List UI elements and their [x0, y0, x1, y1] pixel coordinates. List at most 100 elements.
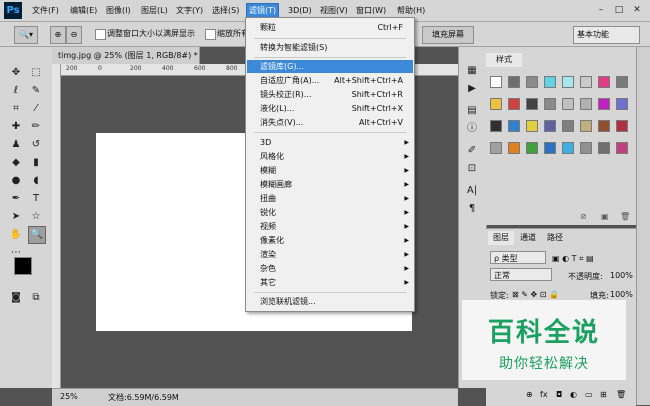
filter-menu-item-stylize[interactable]: 风格化 ▶	[247, 150, 413, 163]
filter-menu-item-render[interactable]: 渲染 ▶	[247, 248, 413, 261]
filter-menu-item-video[interactable]: 视频 ▶	[247, 220, 413, 233]
style-swatch[interactable]	[580, 120, 592, 132]
vertical-scrollbar[interactable]	[636, 47, 650, 405]
actions-panel-icon[interactable]: ▶	[464, 81, 480, 97]
filter-menu-item-blur[interactable]: 模糊 ▶	[247, 164, 413, 177]
dodge-tool-icon[interactable]: ◖	[28, 173, 44, 189]
fit-windows-checkbox[interactable]	[95, 29, 106, 40]
lock-icons[interactable]: ⊠ ✎ ✥ ⊡ 🔒	[512, 290, 559, 299]
filter-menu-item-3d[interactable]: 3D ▶	[247, 136, 413, 149]
menu-view[interactable]: 视图(V)	[318, 4, 350, 18]
clone-stamp-icon[interactable]: ♟	[8, 137, 24, 153]
minimize-icon[interactable]: –	[595, 4, 607, 16]
zoom-level[interactable]: 25%	[60, 392, 78, 401]
delete-layer-icon[interactable]: 🗑	[616, 390, 626, 399]
filter-menu-item-filter-gallery[interactable]: 滤镜库(G)...	[247, 60, 413, 73]
blend-mode-select[interactable]: 正常	[490, 268, 552, 281]
clone-source-icon[interactable]: ⊡	[464, 161, 480, 177]
opacity-value[interactable]: 100%	[610, 271, 633, 280]
tab-paths[interactable]: 路径	[542, 231, 568, 245]
style-swatch[interactable]	[562, 76, 574, 88]
zoom-all-checkbox[interactable]	[205, 29, 216, 40]
filter-menu-item-lens-correction[interactable]: 镜头校正(R)... Shift+Ctrl+R	[247, 88, 413, 101]
adjustment-layer-icon[interactable]: ◐	[570, 390, 577, 399]
menu-select[interactable]: 选择(S)	[210, 4, 241, 18]
style-swatch[interactable]	[526, 142, 538, 154]
fill-value[interactable]: 100%	[610, 290, 633, 299]
filter-menu-item-last-filter[interactable]: 颗粒 Ctrl+F	[247, 21, 413, 34]
filter-menu-item-sharpen[interactable]: 锐化 ▶	[247, 206, 413, 219]
quick-select-tool-icon[interactable]: ✎	[28, 83, 44, 99]
style-swatch[interactable]	[508, 120, 520, 132]
filter-menu-item-adaptive-wide-angle[interactable]: 自适应广角(A)... Alt+Shift+Ctrl+A	[247, 74, 413, 87]
new-style-icon[interactable]: ▣	[601, 212, 609, 221]
shape-tool-icon[interactable]: ☆	[28, 209, 44, 225]
zoom-in-icon[interactable]: ⊕	[50, 26, 66, 44]
filter-menu-item-vanishing-point[interactable]: 消失点(V)... Alt+Ctrl+V	[247, 116, 413, 129]
brush-panel-icon[interactable]: ✐	[464, 143, 480, 159]
zoom-tool-icon[interactable]: 🔍	[28, 226, 46, 244]
filter-menu-item-liquify[interactable]: 液化(L)... Shift+Ctrl+X	[247, 102, 413, 115]
style-swatch[interactable]	[526, 76, 538, 88]
marquee-tool-icon[interactable]: ⬚	[28, 65, 44, 81]
style-swatch[interactable]	[490, 142, 502, 154]
style-swatch[interactable]	[508, 142, 520, 154]
no-style-icon[interactable]: ⊘	[580, 212, 587, 221]
gradient-tool-icon[interactable]: ▮	[28, 155, 44, 171]
menu-edit[interactable]: 编辑(E)	[68, 4, 99, 18]
history-panel-icon[interactable]: ▦	[464, 63, 480, 79]
blur-tool-icon[interactable]: ●	[8, 173, 24, 189]
style-swatch[interactable]	[598, 142, 610, 154]
menu-window[interactable]: 窗口(W)	[354, 4, 388, 18]
lasso-tool-icon[interactable]: ℓ	[8, 83, 24, 99]
menu-file[interactable]: 文件(F)	[30, 4, 61, 18]
style-swatch[interactable]	[544, 98, 556, 110]
brush-tool-icon[interactable]: ✏	[28, 119, 44, 135]
zoom-tool-preset-icon[interactable]: 🔍▾	[14, 26, 38, 44]
style-swatch[interactable]	[616, 76, 628, 88]
style-swatch[interactable]	[580, 76, 592, 88]
style-swatch[interactable]	[490, 98, 502, 110]
menu-image[interactable]: 图像(I)	[104, 4, 133, 18]
properties-panel-icon[interactable]: ▤	[464, 103, 480, 119]
filter-menu-item-pixelate[interactable]: 像素化 ▶	[247, 234, 413, 247]
move-tool-icon[interactable]: ✥	[8, 65, 24, 81]
new-layer-icon[interactable]: ⊞	[600, 390, 607, 399]
style-swatch[interactable]	[544, 76, 556, 88]
character-panel-icon[interactable]: A|	[464, 183, 480, 199]
eraser-tool-icon[interactable]: ◆	[8, 155, 24, 171]
style-swatch[interactable]	[598, 76, 610, 88]
style-swatch[interactable]	[580, 98, 592, 110]
foreground-color-swatch[interactable]	[14, 257, 32, 275]
maximize-icon[interactable]: □	[613, 4, 625, 16]
style-swatch[interactable]	[616, 98, 628, 110]
menu-type[interactable]: 文字(Y)	[174, 4, 205, 18]
style-swatch[interactable]	[544, 142, 556, 154]
filter-menu-item-noise[interactable]: 杂色 ▶	[247, 262, 413, 275]
paragraph-panel-icon[interactable]: ¶	[464, 201, 480, 217]
filter-menu-item-blur-gallery[interactable]: 模糊画廊 ▶	[247, 178, 413, 191]
history-brush-icon[interactable]: ↺	[28, 137, 44, 153]
tab-layers[interactable]: 图层	[488, 231, 514, 245]
menu-3d[interactable]: 3D(D)	[286, 4, 314, 18]
crop-tool-icon[interactable]: ⌗	[8, 101, 24, 117]
zoom-out-icon[interactable]: ⊖	[66, 26, 82, 44]
styles-tab[interactable]: 样式	[486, 53, 522, 67]
filter-menu-item-browse-online[interactable]: 浏览联机滤镜...	[247, 295, 413, 308]
delete-style-icon[interactable]: 🗑	[620, 212, 630, 221]
close-icon[interactable]: ✕	[631, 4, 643, 16]
style-swatch[interactable]	[544, 120, 556, 132]
menu-layer[interactable]: 图层(L)	[139, 4, 170, 18]
pen-tool-icon[interactable]: ✒	[8, 191, 24, 207]
menu-help[interactable]: 帮助(H)	[395, 4, 427, 18]
style-swatch[interactable]	[616, 120, 628, 132]
layer-kind-filter[interactable]: ρ 类型	[490, 251, 546, 264]
style-swatch[interactable]	[598, 120, 610, 132]
filter-menu-item-convert-smart[interactable]: 转换为智能滤镜(S)	[247, 41, 413, 54]
hand-tool-icon[interactable]: ✋	[8, 227, 24, 243]
style-swatch[interactable]	[490, 120, 502, 132]
path-select-tool-icon[interactable]: ➤	[8, 209, 24, 225]
layer-filter-icons[interactable]: ▣ ◐ T ⌗ ▤	[552, 254, 594, 264]
tab-channels[interactable]: 通道	[515, 231, 541, 245]
style-swatch[interactable]	[580, 142, 592, 154]
